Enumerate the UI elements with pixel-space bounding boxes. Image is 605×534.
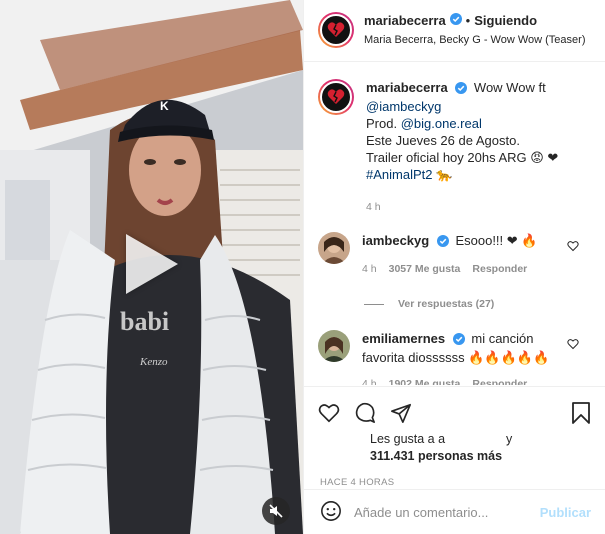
comment-time[interactable]: 4 h <box>362 261 377 278</box>
likes-suffix: y <box>506 432 513 446</box>
comment-likes[interactable]: 3057 Me gusta <box>389 261 461 278</box>
hashtag-link[interactable]: #AnimalPt2 🐆 <box>366 166 586 183</box>
separator-dot: • <box>465 13 471 28</box>
post-header: mariabecerra • Siguiendo Maria Becerra, … <box>304 0 605 62</box>
play-icon[interactable] <box>126 234 178 294</box>
comments-list[interactable]: mariabecerra Wow Wow ft @iambeckyg Prod.… <box>304 63 605 385</box>
comment-like-icon[interactable] <box>567 338 579 353</box>
svg-text:K: K <box>160 99 169 113</box>
share-icon[interactable] <box>390 402 412 427</box>
post-side-panel: mariabecerra • Siguiendo Maria Becerra, … <box>303 0 605 534</box>
commenter-username[interactable]: emiliamernes <box>362 331 445 346</box>
likes-prefix: Les gusta a a <box>370 432 446 446</box>
add-comment-bar: Publicar <box>304 489 605 534</box>
author-username[interactable]: mariabecerra <box>364 13 446 28</box>
caption-prod: Prod. <box>366 116 398 131</box>
heart-icon[interactable] <box>318 402 340 427</box>
svg-text:Kenzo: Kenzo <box>139 356 168 368</box>
post-caption: mariabecerra Wow Wow ft @iambeckyg Prod.… <box>318 63 605 216</box>
caption-avatar[interactable] <box>318 79 354 115</box>
comment-icon[interactable] <box>354 402 376 427</box>
post-actions: Les gusta a a 311.431 personas más y HAC… <box>304 386 605 488</box>
comment-input[interactable] <box>354 504 524 520</box>
replies-divider <box>364 303 384 305</box>
commenter-username[interactable]: iambeckyg <box>362 233 429 248</box>
view-replies-label: Ver respuestas (27) <box>398 298 495 310</box>
caption-time[interactable]: 4 h <box>366 199 586 216</box>
verified-icon <box>455 81 468 98</box>
save-icon[interactable] <box>571 401 591 427</box>
broken-heart-icon <box>327 89 345 104</box>
view-replies-button[interactable]: Ver respuestas (27) <box>364 298 605 310</box>
verified-icon <box>436 234 449 251</box>
reply-button[interactable]: Responder <box>472 376 527 385</box>
likes-summary[interactable]: Les gusta a a 311.431 personas más y <box>304 431 605 465</box>
commenter-avatar[interactable] <box>318 330 350 362</box>
comment-text: Esooo!!! ❤ 🔥 <box>455 233 538 248</box>
comment-item: iambeckyg Esooo!!! ❤ 🔥 4 h 3057 Me gusta… <box>318 232 605 278</box>
caption-line: Trailer oficial hoy 20hs ARG 😡 ❤ <box>366 150 559 165</box>
author-avatar[interactable] <box>318 12 354 48</box>
posted-time[interactable]: HACE 4 HORAS <box>320 477 605 488</box>
comment-time[interactable]: 4 h <box>362 376 377 385</box>
reply-button[interactable]: Responder <box>472 261 527 278</box>
post-video[interactable]: K babi Kenzo <box>0 0 303 534</box>
post-audio-title[interactable]: Maria Becerra, Becky G - Wow Wow (Teaser… <box>364 34 585 46</box>
svg-text:babi: babi <box>120 307 169 336</box>
mention-link[interactable]: @big.one.real <box>401 116 482 131</box>
caption-username[interactable]: mariabecerra <box>366 80 448 95</box>
verified-icon <box>449 13 462 28</box>
comment-like-icon[interactable] <box>567 240 579 255</box>
likes-count[interactable]: 311.431 personas más <box>370 449 502 463</box>
mention-link[interactable]: @iambeckyg <box>366 99 441 114</box>
comment-likes[interactable]: 1902 Me gusta <box>389 376 461 385</box>
verified-icon <box>452 332 465 349</box>
publish-button[interactable]: Publicar <box>540 505 591 520</box>
mute-icon[interactable] <box>262 497 290 525</box>
following-button[interactable]: Siguiendo <box>474 13 537 28</box>
caption-line: Este Jueves 26 de Agosto. <box>366 133 520 148</box>
emoji-icon[interactable] <box>320 500 342 525</box>
commenter-avatar[interactable] <box>318 232 350 264</box>
comment-item: emiliamernes mi canción favorita diossss… <box>318 330 605 385</box>
caption-text: Wow Wow ft <box>473 80 546 95</box>
broken-heart-icon <box>327 22 345 37</box>
